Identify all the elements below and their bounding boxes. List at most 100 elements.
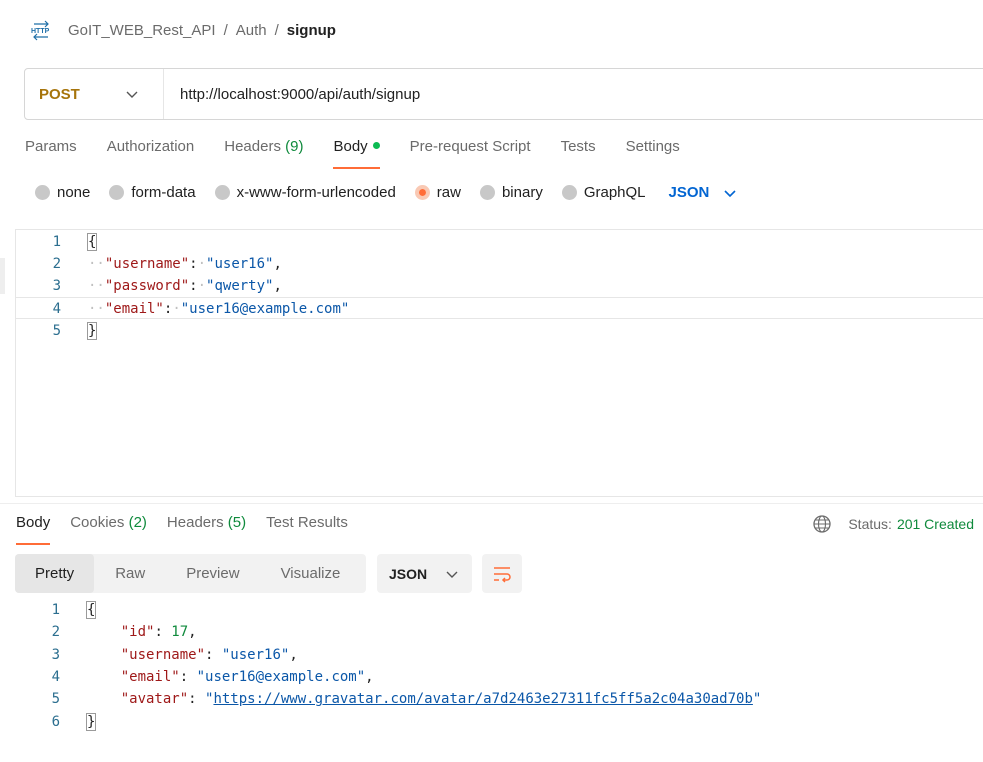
- tab-authorization[interactable]: Authorization: [107, 138, 195, 169]
- radio-label: raw: [436, 184, 461, 201]
- json-separator: ,: [289, 647, 298, 663]
- tab-label: Pre-request Script: [409, 138, 531, 155]
- breadcrumb-folder[interactable]: Auth: [236, 22, 267, 39]
- code-line: 1 {: [15, 599, 983, 621]
- tab-label: Cookies: [70, 514, 125, 531]
- code-line-current: 4 ··"email":·"user16@example.com": [16, 297, 983, 319]
- wrap-lines-button[interactable]: [482, 554, 522, 593]
- tab-label: Headers: [166, 514, 224, 531]
- tab-count: (9): [285, 138, 304, 155]
- status-label: Status:: [848, 516, 892, 532]
- code-line: 3 ··"password":·"qwerty",: [16, 275, 983, 297]
- response-format-select[interactable]: JSON: [377, 554, 472, 593]
- tab-label: Params: [25, 138, 77, 155]
- breadcrumb-separator: /: [223, 21, 228, 39]
- view-pretty-button[interactable]: Pretty: [15, 554, 95, 593]
- request-body-editor[interactable]: 1 { 2 ··"username":·"user16", 3 ··"passw…: [15, 229, 983, 497]
- json-key: "username": [120, 647, 206, 663]
- tab-label: Tests: [560, 138, 596, 155]
- tab-label: Test Results: [266, 514, 348, 531]
- tab-label: Body: [333, 138, 368, 155]
- radio-none[interactable]: none: [35, 184, 90, 201]
- line-number: 3: [51, 647, 60, 663]
- tab-headers[interactable]: Headers (9): [224, 138, 303, 169]
- radio-circle: [109, 185, 125, 200]
- code-line: 6 }: [15, 711, 983, 733]
- body-type-selector: none form-data x-www-form-urlencoded raw…: [35, 184, 737, 201]
- http-request-icon: HTTP: [31, 20, 50, 41]
- line-number: 2: [52, 256, 61, 272]
- tab-settings[interactable]: Settings: [626, 138, 680, 169]
- view-visualize-button[interactable]: Visualize: [281, 554, 341, 593]
- code-line: 4 "email": "user16@example.com",: [15, 666, 983, 688]
- response-body-viewer[interactable]: 1 { 2 "id": 17, 3 "username": "user16", …: [15, 599, 983, 739]
- tab-test-results[interactable]: Test Results: [266, 514, 348, 545]
- code-line: 2 ··"username":·"user16",: [16, 253, 983, 275]
- view-preview-button[interactable]: Preview: [186, 554, 239, 593]
- chevron-down-icon: [724, 189, 736, 197]
- tab-label: Body: [16, 514, 51, 531]
- tab-count: (2): [128, 514, 147, 531]
- body-format-label: JSON: [668, 184, 710, 201]
- breadcrumb-request-name[interactable]: signup: [287, 22, 336, 39]
- status-value[interactable]: 201 Created: [897, 516, 974, 532]
- radio-circle: [35, 185, 50, 200]
- avatar-link[interactable]: https://www.gravatar.com/avatar/a7d2463e…: [213, 691, 752, 707]
- tab-response-headers[interactable]: Headers (5): [167, 514, 246, 545]
- radio-graphql[interactable]: GraphQL: [561, 184, 646, 201]
- method-select[interactable]: POST: [25, 69, 164, 119]
- request-tabs: Params Authorization Headers (9) Body Pr…: [25, 138, 710, 169]
- radio-raw[interactable]: raw: [414, 184, 461, 201]
- tab-params[interactable]: Params: [25, 138, 77, 169]
- radio-binary[interactable]: binary: [479, 184, 543, 201]
- json-separator: ,: [273, 256, 282, 272]
- breadcrumb: HTTP GoIT_WEB_Rest_API / Auth / signup: [30, 18, 336, 42]
- method-label: POST: [39, 85, 80, 103]
- radio-label: GraphQL: [583, 184, 646, 201]
- line-number: 1: [51, 602, 60, 618]
- json-key: "username": [104, 256, 190, 272]
- line-number: 2: [51, 624, 60, 640]
- view-mode-group: Pretty Raw Preview Visualize: [15, 554, 366, 593]
- open-brace: {: [85, 601, 97, 619]
- code-line: 1 {: [16, 231, 983, 253]
- tab-pre-request-script[interactable]: Pre-request Script: [410, 138, 531, 169]
- radio-x-www-form-urlencoded[interactable]: x-www-form-urlencoded: [214, 184, 396, 201]
- tab-cookies[interactable]: Cookies (2): [70, 514, 147, 545]
- radio-form-data[interactable]: form-data: [109, 184, 196, 201]
- body-format-select[interactable]: JSON: [669, 184, 738, 201]
- json-value: "user16": [206, 256, 274, 272]
- radio-label: x-www-form-urlencoded: [236, 184, 396, 201]
- response-tabs: Body Cookies (2) Headers (5) Test Result…: [16, 514, 368, 545]
- tab-body[interactable]: Body: [333, 138, 380, 169]
- json-key: "email": [120, 669, 180, 685]
- json-value: "qwerty": [206, 278, 274, 294]
- close-brace: }: [86, 322, 98, 340]
- tab-tests[interactable]: Tests: [561, 138, 596, 169]
- response-format-label: JSON: [389, 565, 428, 582]
- tab-response-body[interactable]: Body: [16, 514, 51, 545]
- json-key: "avatar": [120, 691, 189, 707]
- line-number: 4: [52, 301, 61, 317]
- chevron-down-icon: [446, 571, 458, 578]
- line-number: 3: [52, 278, 61, 294]
- chevron-down-icon: [126, 91, 138, 98]
- json-separator: ,: [188, 624, 197, 640]
- radio-label: binary: [501, 184, 543, 201]
- radio-circle: [561, 185, 577, 200]
- globe-icon[interactable]: [812, 514, 832, 534]
- json-key: "email": [104, 301, 164, 317]
- tab-label: Settings: [625, 138, 680, 155]
- json-separator: ,: [273, 278, 282, 294]
- url-input[interactable]: http://localhost:9000/api/auth/signup: [164, 86, 420, 103]
- radio-circle: [479, 185, 495, 200]
- radio-label: form-data: [131, 184, 196, 201]
- tab-label: Headers: [224, 138, 281, 155]
- response-status: Status: 201 Created: [812, 514, 974, 534]
- breadcrumb-separator: /: [274, 21, 279, 39]
- line-number: 5: [51, 691, 60, 707]
- breadcrumb-collection[interactable]: GoIT_WEB_Rest_API: [68, 22, 216, 39]
- panel-resize-handle[interactable]: [0, 258, 5, 294]
- view-raw-button[interactable]: Raw: [115, 554, 145, 593]
- response-divider[interactable]: [0, 503, 983, 504]
